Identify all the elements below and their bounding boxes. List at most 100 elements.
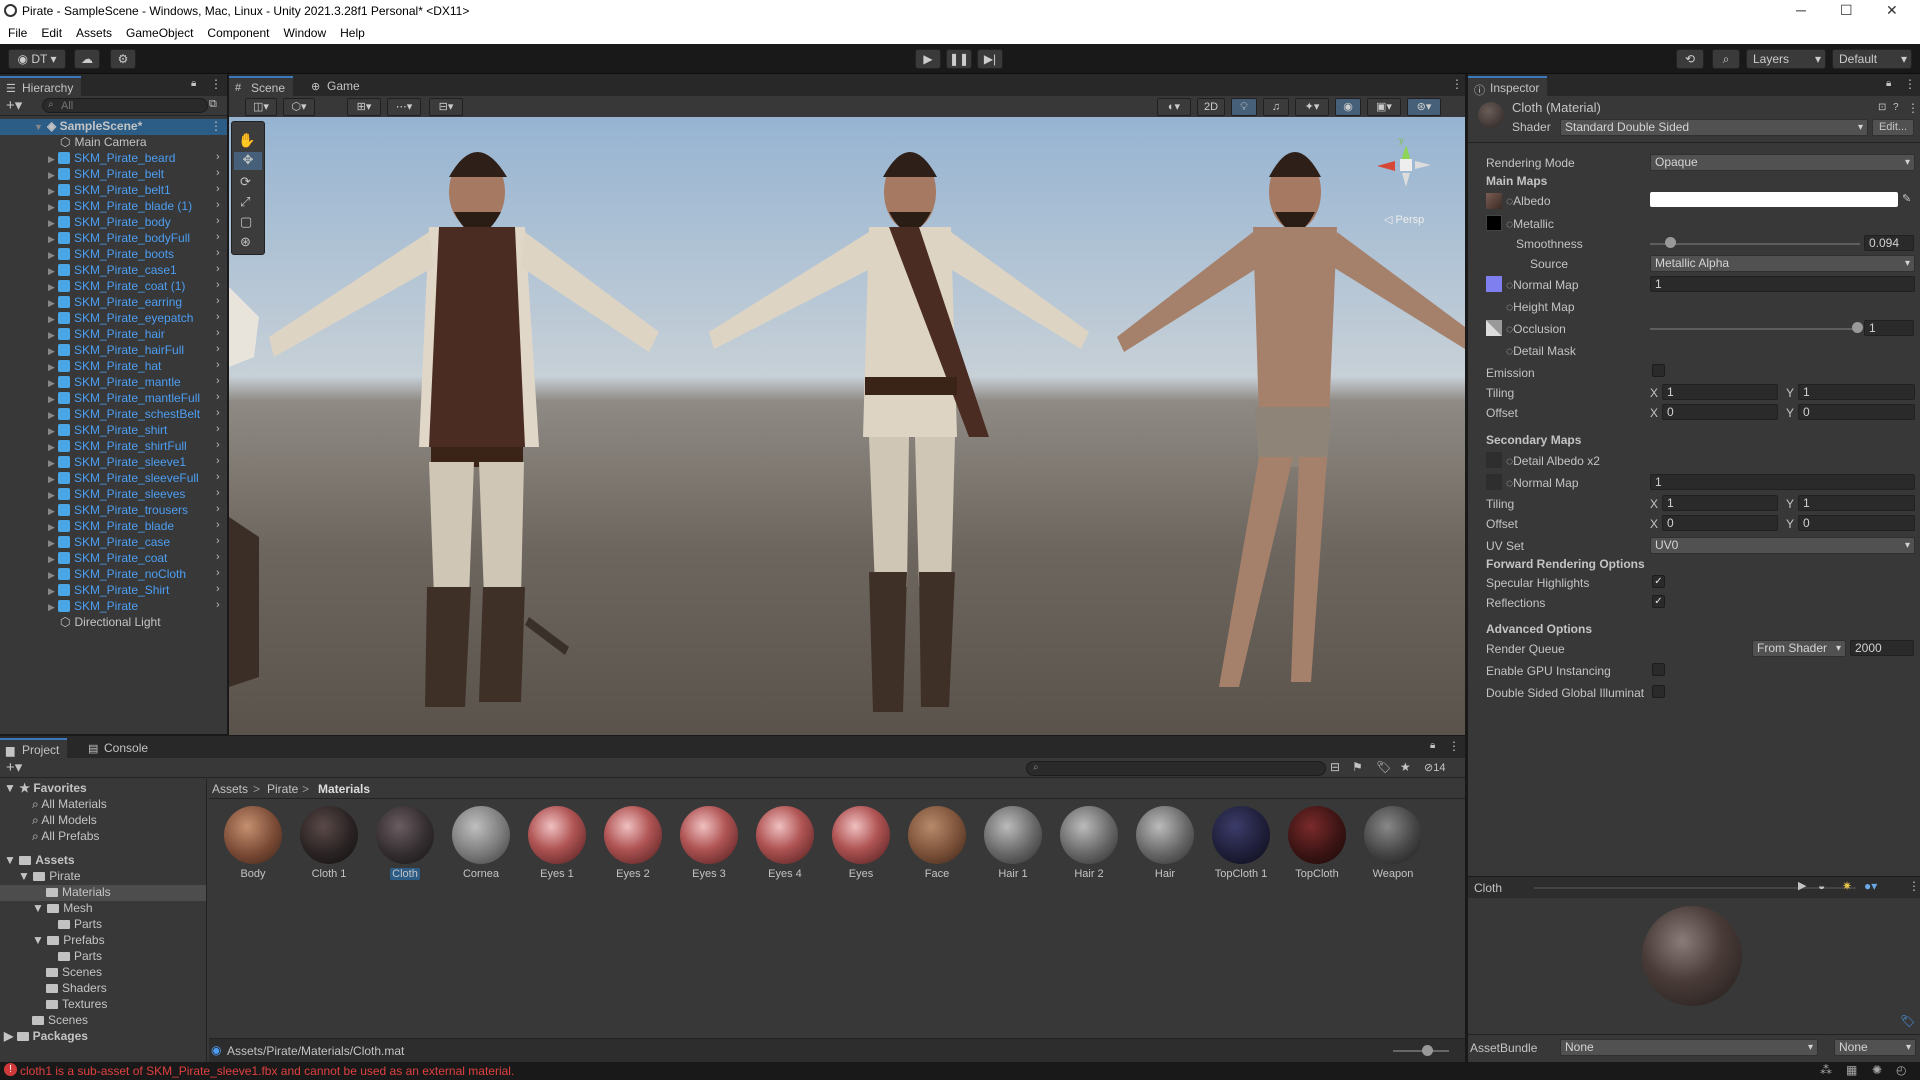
preview-shape-icon[interactable]: ●▾ [1864, 879, 1877, 893]
hand-tool-icon[interactable]: ✋ [238, 132, 255, 149]
grid-snap-button[interactable]: ⊞▾ [347, 98, 381, 116]
material-asset[interactable]: Cloth [373, 806, 437, 880]
hierarchy-item[interactable]: ▶ SKM_Pirate_bodyFull › [0, 231, 227, 247]
folder-prefabs[interactable]: ▼ Prefabs [32, 933, 105, 949]
favorites-header[interactable]: ▼ ★ Favorites [4, 781, 87, 797]
tab-console[interactable]: ▤ Console [82, 738, 156, 758]
open-prefab-chevron-icon[interactable]: › [216, 503, 220, 515]
audio-toggle-icon[interactable]: ♫ [1263, 98, 1289, 116]
filter-label-icon[interactable]: 🏷︎ [1376, 760, 1391, 774]
breadcrumb-pirate[interactable]: Pirate [267, 782, 298, 796]
search-by-type-icon[interactable]: ⊟ [1330, 760, 1340, 774]
scene-viewport[interactable]: ✋ ✥ ⟳ ⤢ ▢ ⊛ y ◁ Persp [229, 117, 1465, 735]
pause-button[interactable]: ❚❚ [946, 49, 972, 69]
search-icon[interactable]: ⌕ [1712, 49, 1740, 69]
hierarchy-item[interactable]: ▶ SKM_Pirate_blade (1) › [0, 199, 227, 215]
uv-set-dropdown[interactable]: UV0 [1650, 537, 1915, 554]
open-prefab-chevron-icon[interactable]: › [216, 487, 220, 499]
hierarchy-item[interactable]: ▶ SKM_Pirate_body › [0, 215, 227, 231]
hierarchy-item[interactable]: ▶ SKM_Pirate_sleeve1 › [0, 455, 227, 471]
history-icon[interactable]: ⟲ [1676, 49, 1704, 69]
material-asset[interactable]: Cornea [449, 806, 513, 880]
material-asset[interactable]: Eyes 1 [525, 806, 589, 880]
hierarchy-item[interactable]: ▶ SKM_Pirate_boots › [0, 247, 227, 263]
hierarchy-item[interactable]: ▶ SKM_Pirate_belt1 › [0, 183, 227, 199]
scene-kebab-icon[interactable]: ⋮ [1451, 77, 1463, 91]
occlusion-value[interactable]: 1 [1864, 320, 1914, 336]
normal-map-texture-slot[interactable] [1486, 276, 1502, 292]
material-asset[interactable]: Weapon [1361, 806, 1425, 880]
lock-icon[interactable]: 🔒︎ [191, 78, 196, 89]
hierarchy-item[interactable]: ▶ SKM_Pirate_belt › [0, 167, 227, 183]
tab-scene[interactable]: # Scene [229, 76, 294, 96]
scene-row[interactable]: ▼ ◈ SampleScene* ⋮ [0, 119, 227, 135]
project-search-input[interactable]: ⌕ [1026, 761, 1326, 776]
double-sided-gi-checkbox[interactable] [1652, 685, 1665, 698]
open-prefab-chevron-icon[interactable]: › [216, 151, 220, 163]
occlusion-slider-track[interactable] [1650, 328, 1860, 330]
maximize-button[interactable]: ☐ [1840, 2, 1853, 19]
specular-highlights-checkbox[interactable]: ✓ [1652, 575, 1665, 588]
material-asset[interactable]: TopCloth 1 [1209, 806, 1273, 880]
eyedropper-icon[interactable]: ✎ [1902, 192, 1911, 205]
material-kebab-icon[interactable]: ⋮ [1907, 101, 1919, 115]
open-prefab-chevron-icon[interactable]: › [216, 343, 220, 355]
assets-folder[interactable]: ▼ Assets [4, 853, 75, 869]
scene-menu-icon[interactable]: ⋮ [210, 119, 222, 133]
material-asset[interactable]: Eyes 3 [677, 806, 741, 880]
menu-assets[interactable]: Assets [68, 22, 118, 40]
open-prefab-chevron-icon[interactable]: › [216, 471, 220, 483]
albedo-color-field[interactable] [1650, 192, 1898, 207]
debug-mode-icon[interactable]: ◴ [1896, 1063, 1906, 1077]
tab-game[interactable]: ⊕ Game [305, 76, 368, 96]
shading-button[interactable]: ⬡▾ [283, 98, 315, 116]
preview-mesh-icon[interactable]: ◒ [1818, 879, 1825, 893]
secondary-normal-texture-slot[interactable] [1486, 474, 1502, 490]
shader-dropdown[interactable]: Standard Double Sided [1560, 119, 1868, 136]
open-prefab-chevron-icon[interactable]: › [216, 359, 220, 371]
preview-light-icon[interactable]: ✷ [1842, 879, 1852, 893]
material-asset[interactable]: Cloth 1 [297, 806, 361, 880]
account-dropdown[interactable]: ◉ DT ▾ [8, 49, 66, 69]
preview-kebab-icon[interactable]: ⋮ [1908, 879, 1920, 893]
inspector-lock-icon[interactable]: 🔒︎ [1886, 78, 1891, 89]
material-asset[interactable]: Hair [1133, 806, 1197, 880]
layout-dropdown[interactable]: Default ▾ [1832, 49, 1912, 69]
open-prefab-chevron-icon[interactable]: › [216, 311, 220, 323]
move-tool-icon[interactable]: ✥ [234, 152, 262, 170]
open-prefab-chevron-icon[interactable]: › [216, 327, 220, 339]
hierarchy-item[interactable]: ▶ SKM_Pirate_coat (1) › [0, 279, 227, 295]
asset-bundle-variant-dropdown[interactable]: None [1834, 1039, 1916, 1056]
hierarchy-item[interactable]: ▶ SKM_Pirate › [0, 599, 227, 615]
material-asset[interactable]: Face [905, 806, 969, 880]
folder-pirate[interactable]: ▼ Pirate [18, 869, 81, 885]
smoothness-value[interactable]: 0.094 [1864, 235, 1914, 251]
hierarchy-item[interactable]: ▶ SKM_Pirate_mantleFull › [0, 391, 227, 407]
project-add-icon[interactable]: +▾ [6, 758, 22, 776]
preview-resize-handle[interactable] [1534, 887, 1856, 889]
favorite-star-icon[interactable]: ★ [1400, 760, 1411, 774]
open-prefab-chevron-icon[interactable]: › [216, 455, 220, 467]
gpu-instancing-checkbox[interactable] [1652, 663, 1665, 676]
inspector-kebab-icon[interactable]: ⋮ [1904, 77, 1916, 91]
material-asset[interactable]: Hair 2 [1057, 806, 1121, 880]
tiling-x-field[interactable]: 1 [1662, 384, 1778, 400]
hierarchy-item[interactable]: ▶ SKM_Pirate_hairFull › [0, 343, 227, 359]
open-prefab-chevron-icon[interactable]: › [216, 551, 220, 563]
packages-folder[interactable]: ▶ Packages [4, 1029, 88, 1045]
menu-gameobject[interactable]: GameObject [118, 22, 199, 40]
projection-label[interactable]: ◁ Persp [1384, 213, 1424, 226]
asset-bundle-dropdown[interactable]: None [1560, 1039, 1818, 1056]
hierarchy-item[interactable]: ▶ SKM_Pirate_hat › [0, 359, 227, 375]
smoothness-slider-thumb[interactable] [1664, 237, 1676, 248]
toggle-2d-button[interactable]: 2D [1197, 98, 1225, 116]
offset2-x-field[interactable]: 0 [1662, 515, 1778, 531]
emission-checkbox[interactable] [1652, 364, 1665, 377]
folder-shaders[interactable]: Shaders [46, 981, 107, 997]
label-tag-icon[interactable]: 🏷︎ [1900, 1014, 1915, 1028]
open-prefab-chevron-icon[interactable]: › [216, 183, 220, 195]
rect-tool-icon[interactable]: ▢ [240, 214, 252, 230]
hierarchy-item[interactable]: ▶ SKM_Pirate_noCloth › [0, 567, 227, 583]
project-lock-icon[interactable]: 🔒︎ [1430, 740, 1435, 751]
material-asset[interactable]: Eyes 4 [753, 806, 817, 880]
